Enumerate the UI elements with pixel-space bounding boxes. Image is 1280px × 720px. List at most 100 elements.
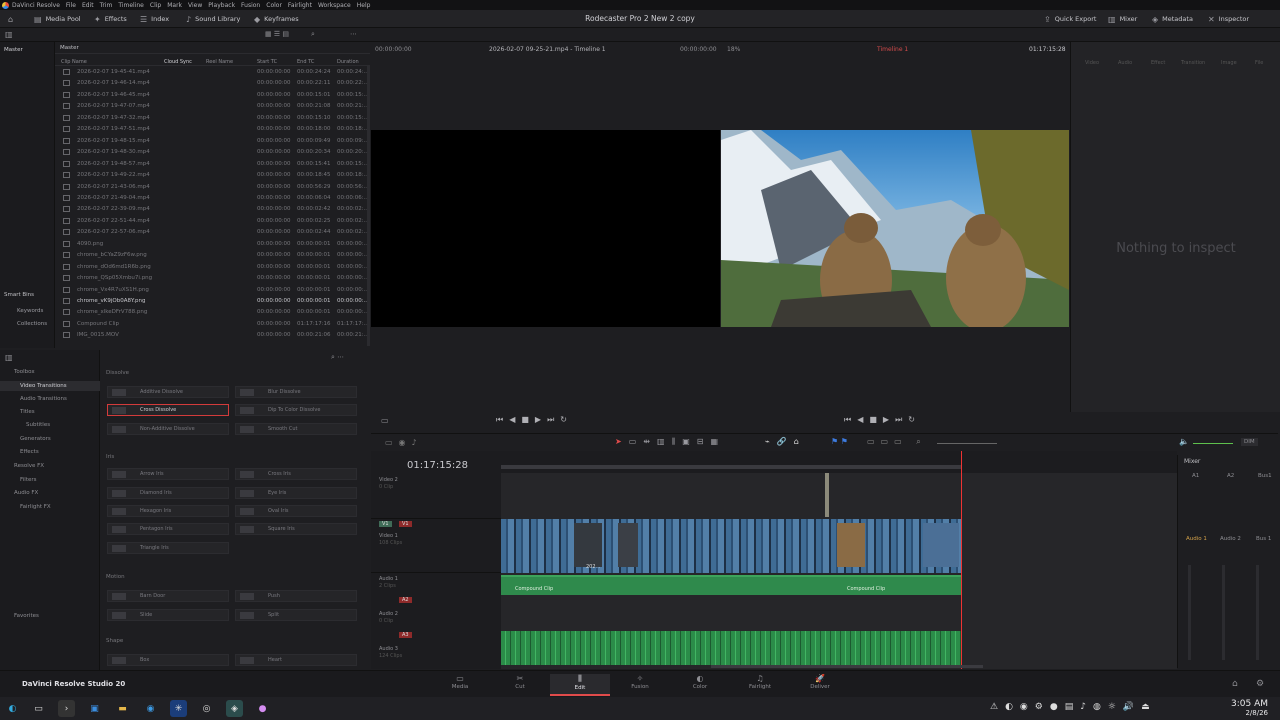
inspector-tab-file[interactable]: File xyxy=(1255,60,1263,66)
taskbar-clock[interactable]: 3:05 AM 2/8/26 xyxy=(1231,699,1268,717)
clip-row[interactable]: 2026-02-07 21-49-04.mp4 00:00:00:00 00:00:… xyxy=(55,193,368,204)
transition-tile[interactable]: Oval Iris xyxy=(235,505,357,517)
video2-clip[interactable] xyxy=(825,473,829,517)
transition-tile[interactable]: Slide xyxy=(107,609,229,621)
clip-row[interactable]: chrome_xlkeDFrV788.png 00:00:00:00 00:00:0… xyxy=(55,307,368,318)
transition-tile[interactable]: Heart xyxy=(235,654,357,666)
resolve-taskbar-icon[interactable]: ◈ xyxy=(226,700,243,717)
inspector-tab-audio[interactable]: Audio xyxy=(1118,60,1132,66)
edge-icon[interactable]: ◉ xyxy=(142,700,159,717)
transition-tile[interactable]: Smooth Cut xyxy=(235,423,357,435)
tree-fairlight-fx[interactable]: Fairlight FX xyxy=(20,504,51,510)
tree-filters[interactable]: Filters xyxy=(20,477,37,483)
clip-row[interactable]: chrome_QSp05Xmbu7i.png 00:00:00:00 00:00:0… xyxy=(55,273,368,284)
v1-dest-badge[interactable]: V1 xyxy=(399,521,412,527)
tree-titles[interactable]: Titles xyxy=(20,409,35,415)
page-cut[interactable]: ✂ Cut xyxy=(490,674,550,690)
video1-clips[interactable] xyxy=(501,519,961,573)
audio3-clips[interactable] xyxy=(501,631,961,665)
transition-tile[interactable]: Box xyxy=(107,654,229,666)
transition-tile[interactable]: Cross Dissolve xyxy=(107,404,229,416)
menu-app[interactable]: DaVinci Resolve xyxy=(12,2,60,9)
page-edit[interactable]: ⫼ Edit xyxy=(550,674,610,696)
dim-button[interactable]: DIM xyxy=(1241,438,1258,446)
inspector-tab-image[interactable]: Image xyxy=(1221,60,1237,66)
tree-subtitles[interactable]: Subtitles xyxy=(26,422,50,428)
search-icon[interactable]: ⌕ ⋯ xyxy=(331,353,344,362)
edit-tools[interactable]: ➤▭⇹▥⫼▣⊟▦ xyxy=(615,437,725,447)
transition-tile[interactable]: Split xyxy=(235,609,357,621)
zoom-tools[interactable]: ▭▭▭ ⌕ xyxy=(867,437,927,447)
menu-timeline[interactable]: Timeline xyxy=(118,2,144,9)
transition-tile[interactable]: Push xyxy=(235,590,357,602)
panel-toggle-icon[interactable]: ▥ xyxy=(5,353,13,362)
col-start-tc[interactable]: Start TC xyxy=(257,59,277,65)
transition-tile[interactable]: Triangle Iris xyxy=(107,542,229,554)
index-button[interactable]: ☰ Index xyxy=(140,13,169,25)
search-icon[interactable]: ⌕ xyxy=(311,30,315,39)
inspector-tab-effect[interactable]: Effect xyxy=(1151,60,1165,66)
start-app-icon[interactable]: ◐ xyxy=(4,700,21,717)
tree-audio-fx[interactable]: Audio FX xyxy=(14,490,38,496)
view-mode-icon[interactable]: ▦ ☰ ▤ xyxy=(265,30,289,38)
menu-workspace[interactable]: Workspace xyxy=(318,2,351,9)
menu-mark[interactable]: Mark xyxy=(167,2,182,9)
file-explorer-icon[interactable]: ▬ xyxy=(114,700,131,717)
timeline-scrollbar[interactable] xyxy=(711,665,983,668)
fader-audio1[interactable] xyxy=(1188,565,1191,660)
source-transport-controls[interactable]: ⏮◀■▶⏭↻ xyxy=(496,415,573,425)
v1-badge[interactable]: V1 xyxy=(379,521,392,527)
col-duration[interactable]: Duration xyxy=(337,59,359,65)
windows-start-icon[interactable]: ▭ xyxy=(30,700,47,717)
clip-row[interactable]: 2026-02-07 19-46-45.mp4 00:00:00:00 00:00:… xyxy=(55,90,368,101)
clip-row[interactable]: IMG_0015.MOV 00:00:00:00 00:00:21:06 00:00:… xyxy=(55,330,368,341)
menu-trim[interactable]: Trim xyxy=(100,2,113,9)
clip-row[interactable]: 2026-02-07 22-51-44.mp4 00:00:00:00 00:00:… xyxy=(55,216,368,227)
tree-audio-transitions[interactable]: Audio Transitions xyxy=(20,396,67,402)
col-cloud-sync[interactable]: Cloud Sync xyxy=(164,59,192,65)
clip-row[interactable]: chrome_bCYaZ9zF6w.png 00:00:00:00 00:00:00… xyxy=(55,250,368,261)
effects-button[interactable]: ✦ Effects xyxy=(94,13,127,25)
clip-row[interactable]: 4090.png 00:00:00:00 00:00:00:01 00:00:00:.… xyxy=(55,239,368,250)
panel-toggle-icon[interactable]: ▥ xyxy=(5,30,13,39)
menu-file[interactable]: File xyxy=(66,2,76,9)
store-icon[interactable]: ▣ xyxy=(86,700,103,717)
fader-audio2[interactable] xyxy=(1222,565,1225,660)
keyframes-button[interactable]: ◆ Keyframes xyxy=(254,13,299,25)
clip-row[interactable]: 2026-02-07 19-47-32.mp4 00:00:00:00 00:00:… xyxy=(55,113,368,124)
inspector-tab-transition[interactable]: Transition xyxy=(1181,60,1205,66)
col-reel-name[interactable]: Reel Name xyxy=(206,59,233,65)
clip-row[interactable]: chrome_Vx4R7uXS1H.png 00:00:00:00 00:00:00… xyxy=(55,285,368,296)
transition-tile[interactable]: Eye Iris xyxy=(235,487,357,499)
clip-row[interactable]: 2026-02-07 19-47-07.mp4 00:00:00:00 00:00:… xyxy=(55,101,368,112)
transition-tile[interactable]: Non-Additive Dissolve xyxy=(107,423,229,435)
more-options-icon[interactable]: ⋯ xyxy=(350,30,357,38)
mixer-button[interactable]: ▥ Mixer xyxy=(1108,13,1137,25)
transition-tile[interactable]: Blur Dissolve xyxy=(235,386,357,398)
menu-view[interactable]: View xyxy=(188,2,202,9)
transition-tile[interactable]: Diamond Iris xyxy=(107,487,229,499)
app-icon[interactable]: ✳ xyxy=(170,700,187,717)
clip-row[interactable]: 2026-02-07 19-48-15.mp4 00:00:00:00 00:00:… xyxy=(55,136,368,147)
inspector-button[interactable]: ✕ Inspector xyxy=(1208,13,1249,25)
clip-row[interactable]: 2026-02-07 19-48-30.mp4 00:00:00:00 00:00:… xyxy=(55,147,368,158)
fader-bus1[interactable] xyxy=(1256,565,1259,660)
transition-tile[interactable]: Hexagon Iris xyxy=(107,505,229,517)
tree-video-transitions[interactable]: Video Transitions xyxy=(0,381,100,391)
transition-tile[interactable]: Cross Iris xyxy=(235,468,357,480)
snap-link-icons[interactable]: ⌁🔗⌂ xyxy=(765,437,806,446)
transition-tile[interactable]: Additive Dissolve xyxy=(107,386,229,398)
clip-row[interactable]: 2026-02-07 22-39-09.mp4 00:00:00:00 00:00:… xyxy=(55,204,368,215)
menu-clip[interactable]: Clip xyxy=(150,2,161,9)
terminal-icon[interactable]: › xyxy=(58,700,75,717)
clip-row[interactable]: 2026-02-07 19-48-57.mp4 00:00:00:00 00:00:… xyxy=(55,159,368,170)
clip-row[interactable]: 2026-02-07 19-46-14.mp4 00:00:00:00 00:00:… xyxy=(55,78,368,89)
clip-row[interactable]: chrome_vK9jOb0A8Y.png 00:00:00:00 00:00:00… xyxy=(55,296,368,307)
a3-badge[interactable]: A3 xyxy=(399,632,412,638)
clip-options-icon[interactable]: ▭ xyxy=(381,416,389,425)
menu-playback[interactable]: Playback xyxy=(208,2,235,9)
playhead[interactable] xyxy=(961,451,962,669)
clip-row[interactable]: 2026-02-07 19-45-41.mp4 00:00:00:00 00:00:… xyxy=(55,67,368,78)
clip-row[interactable]: 2026-02-07 22-57-06.mp4 00:00:00:00 00:00:… xyxy=(55,227,368,238)
tree-effects[interactable]: Effects xyxy=(20,449,39,455)
